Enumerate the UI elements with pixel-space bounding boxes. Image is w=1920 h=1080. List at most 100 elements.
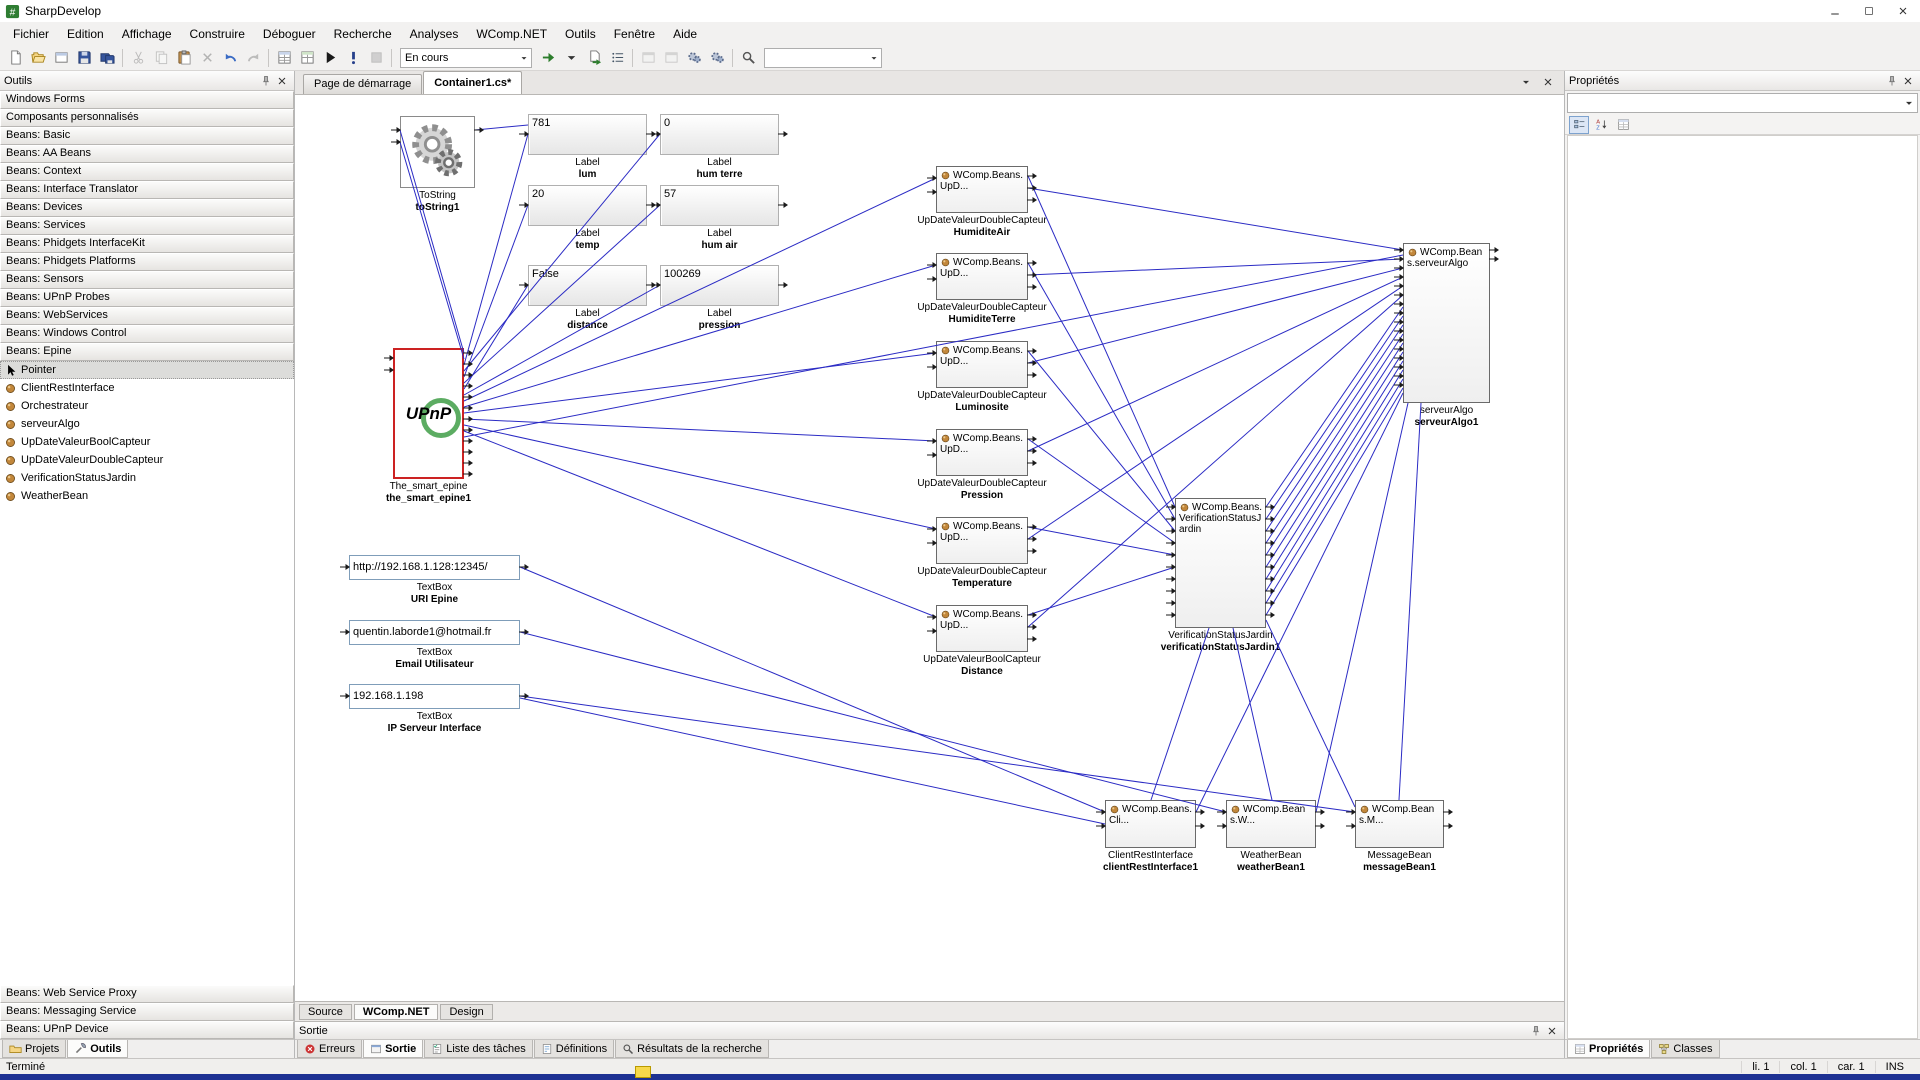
toolbox-item-weatherbean[interactable]: WeatherBean — [0, 487, 294, 505]
save-button[interactable] — [73, 47, 95, 69]
toolbox-category-beans-phidgets-platforms[interactable]: Beans: Phidgets Platforms — [0, 253, 294, 271]
chev-button[interactable] — [560, 47, 582, 69]
pin-icon[interactable] — [1884, 73, 1900, 89]
output-tab-definitions[interactable]: Définitions — [534, 1040, 614, 1058]
open-button[interactable] — [27, 47, 49, 69]
toolbox-category-beans-devices[interactable]: Beans: Devices — [0, 199, 294, 217]
tab-outils[interactable]: Outils — [67, 1040, 128, 1058]
menu-analyses[interactable]: Analyses — [401, 24, 468, 44]
toString1-component[interactable] — [400, 116, 475, 188]
toolbox-category-beans-epine[interactable]: Beans: Epine — [0, 343, 294, 361]
toolbox-item-serveuralgo[interactable]: serveurAlgo — [0, 415, 294, 433]
az-button[interactable]: AZ — [1591, 116, 1611, 134]
humiditeair-component[interactable]: WComp.Beans.UpD... — [936, 166, 1028, 213]
ip-serveur-component[interactable]: 192.168.1.198 — [349, 684, 520, 709]
chevron-down-icon[interactable] — [867, 53, 881, 63]
hum-terre-component[interactable]: 0 — [660, 114, 779, 155]
tab-proprietes[interactable]: Propriétés — [1567, 1040, 1650, 1058]
distance-component[interactable]: WComp.Beans.UpD... — [936, 605, 1028, 652]
menu-recherche[interactable]: Recherche — [325, 24, 401, 44]
menu-affichage[interactable]: Affichage — [113, 24, 181, 44]
pression-component[interactable]: WComp.Beans.UpD... — [936, 429, 1028, 476]
toolbox-category-beans-webservices[interactable]: Beans: WebServices — [0, 307, 294, 325]
view-tab-wcomp-net[interactable]: WComp.NET — [354, 1004, 439, 1020]
saveall-button[interactable] — [96, 47, 118, 69]
menu-construire[interactable]: Construire — [181, 24, 254, 44]
toolbox-category-composants-personnalises[interactable]: Composants personnalisés — [0, 109, 294, 127]
new-button[interactable] — [4, 47, 26, 69]
document-tab-container1-cs[interactable]: Container1.cs* — [423, 71, 522, 94]
chevron-down-icon[interactable] — [1901, 95, 1917, 111]
menu-outils[interactable]: Outils — [556, 24, 605, 44]
the-smart-epine-component[interactable]: UPnP — [393, 348, 464, 479]
email-utilisateur-component[interactable]: quentin.laborde1@hotmail.fr — [349, 620, 520, 645]
pin-icon[interactable] — [1528, 1023, 1544, 1039]
toolbox-item-updatevaleurdoublecapteur[interactable]: UpDateValeurDoubleCapteur — [0, 451, 294, 469]
minimize-button[interactable] — [1818, 0, 1852, 22]
view-tab-source[interactable]: Source — [299, 1004, 352, 1020]
tab-classes[interactable]: Classes — [1651, 1040, 1719, 1058]
chevron-down-icon[interactable] — [1518, 74, 1534, 90]
toolbox-category-beans-sensors[interactable]: Beans: Sensors — [0, 271, 294, 289]
document-tab-page-de-demarrage[interactable]: Page de démarrage — [303, 74, 422, 94]
toolbox-category-beans-basic[interactable]: Beans: Basic — [0, 127, 294, 145]
menu-fenetre[interactable]: Fenêtre — [605, 24, 664, 44]
properties-grid[interactable] — [1567, 135, 1918, 1039]
pin-icon[interactable] — [258, 73, 274, 89]
docarrow-button[interactable] — [583, 47, 605, 69]
toolbox-category-beans-messaging-service[interactable]: Beans: Messaging Service — [0, 1003, 294, 1021]
toolbox-category-beans-context[interactable]: Beans: Context — [0, 163, 294, 181]
deploy-button[interactable] — [537, 47, 559, 69]
view-tab-design[interactable]: Design — [440, 1004, 492, 1020]
newwin-button[interactable] — [50, 47, 72, 69]
toolbox-category-beans-interface-translator[interactable]: Beans: Interface Translator — [0, 181, 294, 199]
close-icon[interactable] — [1540, 74, 1556, 90]
properties-object-combobox[interactable] — [1567, 93, 1918, 113]
clientrestinterface-component[interactable]: WComp.Beans.Cli... — [1105, 800, 1196, 848]
close-icon[interactable] — [1900, 73, 1916, 89]
grid2-button[interactable] — [296, 47, 318, 69]
toolbox-category-beans-upnp-probes[interactable]: Beans: UPnP Probes — [0, 289, 294, 307]
output-tab-erreurs[interactable]: Erreurs — [297, 1040, 362, 1058]
toolbox-category-beans-phidgets-interfacekit[interactable]: Beans: Phidgets InterfaceKit — [0, 235, 294, 253]
hum-air-component[interactable]: 57 — [660, 185, 779, 226]
grid-button[interactable] — [273, 47, 295, 69]
search-button[interactable] — [737, 47, 759, 69]
redo-button[interactable] — [242, 47, 264, 69]
toolbox-item-verificationstatusjardin[interactable]: VerificationStatusJardin — [0, 469, 294, 487]
toolbox-item-updatevaleurboolcapteur[interactable]: UpDateValeurBoolCapteur — [0, 433, 294, 451]
tab-projets[interactable]: Projets — [2, 1040, 66, 1058]
toolbox-item-pointer[interactable]: Pointer — [0, 361, 294, 379]
toolbox-category-beans-upnp-device[interactable]: Beans: UPnP Device — [0, 1021, 294, 1039]
run-button[interactable] — [319, 47, 341, 69]
menu-edition[interactable]: Edition — [58, 24, 113, 44]
gears-button[interactable] — [683, 47, 705, 69]
output-tab-resultats-de-la-recherche[interactable]: Résultats de la recherche — [615, 1040, 769, 1058]
toolbox-category-beans-web-service-proxy[interactable]: Beans: Web Service Proxy — [0, 985, 294, 1003]
lum-component[interactable]: 781 — [528, 114, 647, 155]
temperature-component[interactable]: WComp.Beans.UpD... — [936, 517, 1028, 564]
chevron-down-icon[interactable] — [517, 53, 531, 63]
menu-deboguer[interactable]: Déboguer — [254, 24, 325, 44]
serveuralgo-component[interactable]: WComp.Beans.serveurAlgo — [1403, 243, 1490, 403]
menu-aide[interactable]: Aide — [664, 24, 706, 44]
luminosite-component[interactable]: WComp.Beans.UpD... — [936, 341, 1028, 388]
toolbox-category-beans-aa-beans[interactable]: Beans: AA Beans — [0, 145, 294, 163]
list-button[interactable] — [606, 47, 628, 69]
verificationstatusjardin-component[interactable]: WComp.Beans.VerificationStatusJardin — [1175, 498, 1266, 628]
winicon-button[interactable] — [660, 47, 682, 69]
proppage-button[interactable] — [1613, 116, 1633, 134]
toolbox-item-clientrestinterface[interactable]: ClientRestInterface — [0, 379, 294, 397]
messagebean-component[interactable]: WComp.Beans.M... — [1355, 800, 1444, 848]
close-button[interactable] — [1886, 0, 1920, 22]
copy-button[interactable] — [150, 47, 172, 69]
uri-epine-component[interactable]: http://192.168.1.128:12345/ — [349, 555, 520, 580]
gears-button[interactable] — [706, 47, 728, 69]
humiditeterre-component[interactable]: WComp.Beans.UpD... — [936, 253, 1028, 300]
toolbox-category-beans-windows-control[interactable]: Beans: Windows Control — [0, 325, 294, 343]
maximize-button[interactable] — [1852, 0, 1886, 22]
toolbox-category-beans-services[interactable]: Beans: Services — [0, 217, 294, 235]
close-icon[interactable] — [1544, 1023, 1560, 1039]
menu-wcomp-net[interactable]: WComp.NET — [467, 24, 556, 44]
run-mode-combobox[interactable]: En cours — [400, 48, 532, 68]
